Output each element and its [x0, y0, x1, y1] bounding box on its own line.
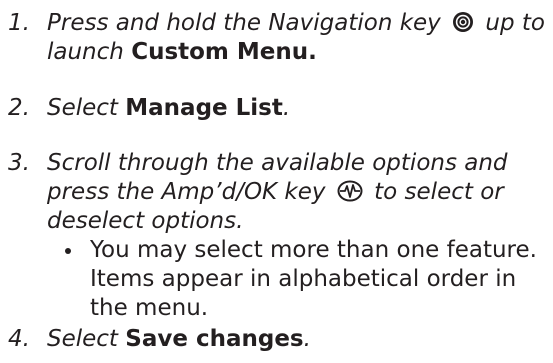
step-text: up to — [485, 10, 545, 36]
step-text-line: deselect options. — [47, 207, 553, 236]
step-number: 3. — [8, 150, 30, 176]
ampd-ok-key-icon — [337, 180, 363, 210]
step-text-line: Scroll through the available options and — [47, 149, 553, 178]
note-text: the menu. — [90, 295, 209, 321]
step-number: 2. — [8, 95, 30, 121]
menu-name: Custom Menu. — [131, 39, 317, 65]
step-text: deselect options. — [47, 208, 244, 234]
step-text-line: Select Save changes. — [47, 325, 553, 354]
step-text: Select — [47, 326, 126, 352]
step-text: . — [282, 95, 291, 121]
note-text: Items appear in alphabetical order in — [90, 266, 517, 292]
step-text: . — [303, 326, 311, 352]
step-text: to select or — [374, 179, 504, 205]
menu-option: Manage List — [125, 95, 283, 121]
step-text-line: Press and hold the Navigation key up to — [47, 9, 553, 41]
step-text: launch — [47, 39, 132, 65]
note-text: You may select more than one feature. — [90, 237, 537, 263]
step-text: Scroll through the available options and — [47, 150, 508, 176]
step-text: Select — [47, 95, 126, 121]
bullet-icon — [65, 248, 71, 254]
step-text: Press and hold the Navigation key — [47, 10, 441, 36]
step-text-line: press the Amp’d/OK key to select or — [47, 178, 553, 210]
step-number: 4. — [8, 326, 30, 352]
step-text: press the Amp’d/OK key — [47, 179, 326, 205]
step-text-line: Select Manage List. — [47, 94, 553, 123]
step-number: 1. — [8, 10, 30, 36]
menu-option: Save changes — [125, 326, 304, 352]
navigation-key-icon — [452, 11, 474, 41]
step-text-line: launch Custom Menu. — [47, 38, 553, 67]
